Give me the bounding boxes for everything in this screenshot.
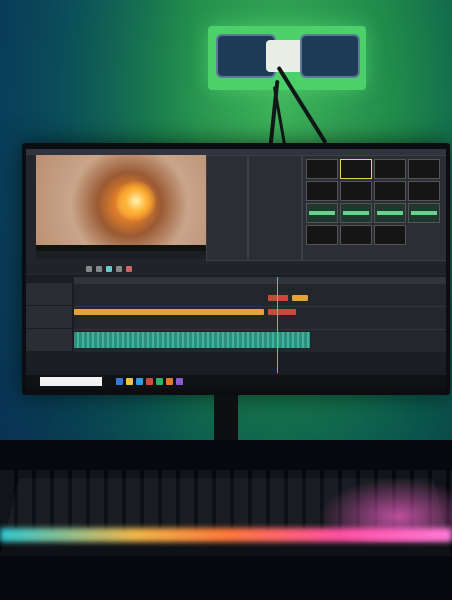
- media-thumb[interactable]: [408, 181, 440, 201]
- tool-icon[interactable]: [106, 266, 112, 272]
- keyboard-rgb-strip: [0, 528, 452, 542]
- media-thumb[interactable]: [374, 225, 406, 245]
- preview-controls[interactable]: [36, 251, 226, 259]
- app-icon[interactable]: [136, 378, 143, 385]
- timeline-clip[interactable]: [268, 309, 296, 315]
- app-icon[interactable]: [176, 378, 183, 385]
- media-thumb[interactable]: [306, 159, 338, 179]
- media-thumb[interactable]: [340, 181, 372, 201]
- media-thumb[interactable]: [340, 225, 372, 245]
- project-tree-panel: [248, 155, 302, 261]
- tool-icon[interactable]: [126, 266, 132, 272]
- app-icon[interactable]: [156, 378, 163, 385]
- fire-glow: [116, 181, 156, 221]
- media-thumb[interactable]: [374, 181, 406, 201]
- video-editor-screen: [26, 149, 446, 389]
- video-preview: [36, 155, 226, 251]
- tool-icon[interactable]: [96, 266, 102, 272]
- media-thumb[interactable]: [340, 159, 372, 179]
- taskbar-search-input[interactable]: [40, 377, 102, 386]
- audio-clip[interactable]: [74, 332, 310, 348]
- media-thumb[interactable]: [408, 159, 440, 179]
- app-icon[interactable]: [116, 378, 123, 385]
- track-header[interactable]: [26, 329, 72, 352]
- socket-right: [300, 34, 360, 78]
- timeline-clip[interactable]: [292, 295, 308, 301]
- media-thumb[interactable]: [374, 159, 406, 179]
- timeline-clip[interactable]: [268, 295, 288, 301]
- app-icon[interactable]: [166, 378, 173, 385]
- photo-scene: [0, 0, 452, 600]
- tool-icon[interactable]: [86, 266, 92, 272]
- video-track: [74, 283, 446, 306]
- properties-panel: [206, 155, 248, 261]
- audio-thumb[interactable]: [408, 203, 440, 223]
- app-icon[interactable]: [146, 378, 153, 385]
- media-thumb[interactable]: [306, 181, 338, 201]
- app-icon[interactable]: [126, 378, 133, 385]
- track-header[interactable]: [26, 283, 72, 306]
- media-thumb[interactable]: [306, 225, 338, 245]
- playhead[interactable]: [277, 277, 278, 373]
- track-header[interactable]: [26, 306, 72, 329]
- audio-thumb[interactable]: [306, 203, 338, 223]
- audio-thumb[interactable]: [340, 203, 372, 223]
- timeline-clip[interactable]: [74, 309, 264, 315]
- audio-thumb[interactable]: [374, 203, 406, 223]
- tool-icon[interactable]: [116, 266, 122, 272]
